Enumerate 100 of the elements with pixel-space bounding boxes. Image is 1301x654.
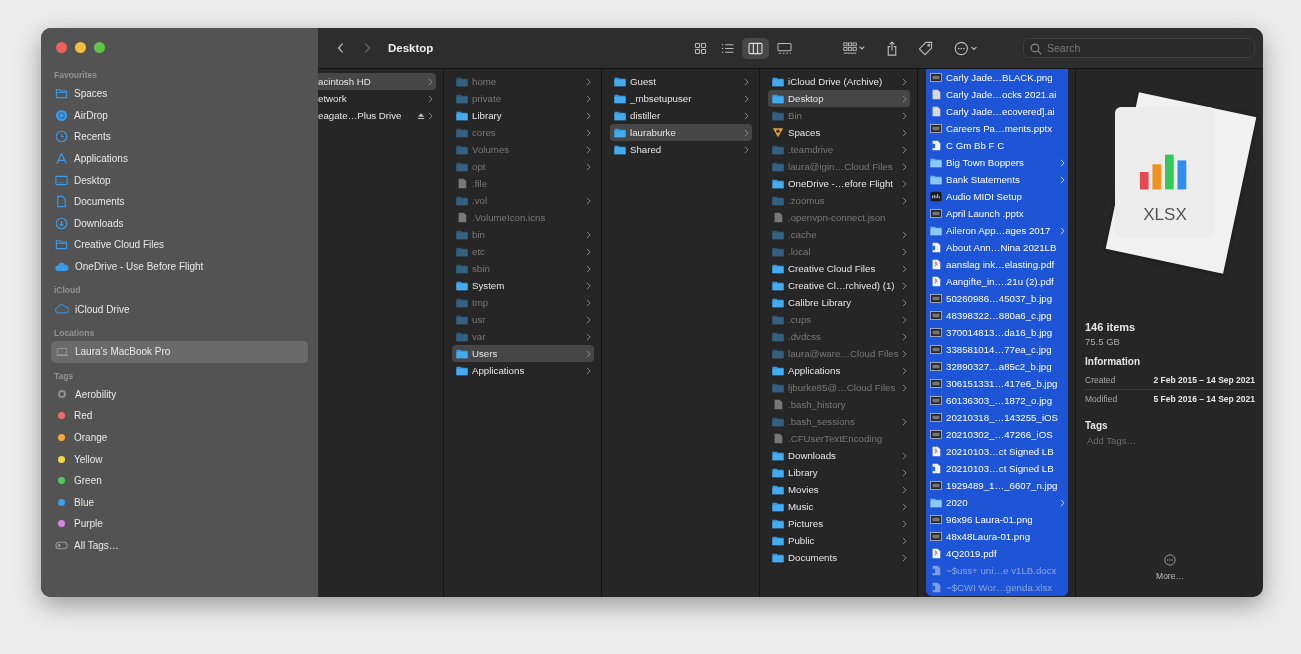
file-item[interactable]: 1929489_1…_6607_n.jpg	[926, 477, 1068, 494]
file-item[interactable]: 20210318_…143255_iOS	[926, 409, 1068, 426]
file-item[interactable]: ljburke85@…Cloud Files	[768, 379, 910, 396]
file-item[interactable]: var	[452, 328, 594, 345]
sidebar-item[interactable]: Documents	[51, 190, 308, 213]
file-item[interactable]: Documents	[768, 549, 910, 566]
file-item[interactable]: 20210103…ct Signed LB	[926, 460, 1068, 477]
file-item[interactable]: usr	[452, 311, 594, 328]
zoom-button[interactable]	[94, 42, 105, 53]
file-item[interactable]: laura@ware…Cloud Files	[768, 345, 910, 362]
file-item[interactable]: bin	[452, 226, 594, 243]
add-tags-field[interactable]: Add Tags…	[1085, 435, 1255, 446]
sidebar-item[interactable]: Recents	[51, 126, 308, 148]
file-item[interactable]: Spaces	[768, 124, 910, 141]
file-item[interactable]: distiller	[610, 107, 752, 124]
file-item[interactable]: 4Q2019.pdf	[926, 545, 1068, 562]
sidebar-item[interactable]: Orange	[51, 426, 308, 449]
file-item[interactable]: .cache	[768, 226, 910, 243]
file-item[interactable]: 60136303_…1872_o.jpg	[926, 392, 1068, 409]
file-item[interactable]: 338581014…77ea_c.jpg	[926, 341, 1068, 358]
sidebar-item[interactable]: Aerobility	[51, 383, 308, 406]
file-item[interactable]: Public	[768, 532, 910, 549]
file-item[interactable]: 2020	[926, 494, 1068, 511]
sidebar-item[interactable]: Laura’s MacBook Pro	[51, 340, 308, 363]
file-item[interactable]: 48398322…880a6_c.jpg	[926, 307, 1068, 324]
file-item[interactable]: 48x48Laura-01.png	[926, 528, 1068, 545]
file-item[interactable]: Desktop	[768, 90, 910, 107]
file-item[interactable]: .cups	[768, 311, 910, 328]
file-item[interactable]: 306151331…417e6_b.jpg	[926, 375, 1068, 392]
file-item[interactable]: tmp	[452, 294, 594, 311]
file-item[interactable]: Volumes	[452, 141, 594, 158]
file-item[interactable]: Audio MIDI Setup	[926, 188, 1068, 205]
file-item[interactable]: etwork	[318, 90, 436, 107]
file-item[interactable]: Music	[768, 498, 910, 515]
file-item[interactable]: opt	[452, 158, 594, 175]
file-item[interactable]: C Gm Bb F C	[926, 137, 1068, 154]
search-field[interactable]: Search	[1023, 38, 1255, 58]
file-item[interactable]: .teamdrive	[768, 141, 910, 158]
file-item[interactable]: Creative Cloud Files	[768, 260, 910, 277]
file-item[interactable]: cores	[452, 124, 594, 141]
file-item[interactable]: iCloud Drive (Archive)	[768, 73, 910, 90]
file-item[interactable]: .local	[768, 243, 910, 260]
sidebar-item[interactable]: All Tags…	[51, 534, 308, 557]
file-item[interactable]: 370014813…da16_b.jpg	[926, 324, 1068, 341]
file-item[interactable]: Pictures	[768, 515, 910, 532]
file-item[interactable]: .file	[452, 175, 594, 192]
file-item[interactable]: 20210302_…47266_iOS	[926, 426, 1068, 443]
file-item[interactable]: aanslag ink…elasting.pdf	[926, 256, 1068, 273]
sidebar-item[interactable]: Applications	[51, 147, 308, 170]
file-item[interactable]: Aangifte_in….21u (2).pdf	[926, 273, 1068, 290]
file-item[interactable]: 20210103…ct Signed LB	[926, 443, 1068, 460]
file-item[interactable]: private	[452, 90, 594, 107]
sidebar-item[interactable]: OneDrive - Use Before Flight	[51, 255, 308, 278]
file-item[interactable]: .openvpn-connect.json	[768, 209, 910, 226]
file-item[interactable]: Aileron App…ages 2017	[926, 222, 1068, 239]
file-item[interactable]: Careers Pa…ments.pptx	[926, 120, 1068, 137]
sidebar-item[interactable]: Desktop	[51, 169, 308, 191]
file-item[interactable]: .bash_history	[768, 396, 910, 413]
file-item[interactable]: Big Town Boppers	[926, 154, 1068, 171]
file-item[interactable]: Carly Jade…ocks 2021.ai	[926, 86, 1068, 103]
file-item[interactable]: .CFUserTextEncoding	[768, 430, 910, 447]
file-item[interactable]: acintosh HD	[318, 73, 436, 90]
file-item[interactable]: Library	[768, 464, 910, 481]
sidebar-item[interactable]: Purple	[51, 513, 308, 535]
sidebar-item[interactable]: Yellow	[51, 448, 308, 470]
minimize-button[interactable]	[75, 42, 86, 53]
file-item[interactable]: Carly Jade…ecovered].ai	[926, 103, 1068, 120]
file-item[interactable]: April Launch .pptx	[926, 205, 1068, 222]
sidebar-item[interactable]: AirDrop	[51, 104, 308, 127]
file-item[interactable]: Applications	[768, 362, 910, 379]
file-item[interactable]: .dvdcss	[768, 328, 910, 345]
file-item[interactable]: Bin	[768, 107, 910, 124]
file-item[interactable]: Downloads	[768, 447, 910, 464]
sidebar-item[interactable]: Creative Cloud Files	[51, 234, 308, 256]
file-item[interactable]: .bash_sessions	[768, 413, 910, 430]
file-item[interactable]: Shared	[610, 141, 752, 158]
sidebar-item[interactable]: Red	[51, 405, 308, 427]
file-item[interactable]: Calibre Library	[768, 294, 910, 311]
file-item[interactable]: .VolumeIcon.icns	[452, 209, 594, 226]
columns-view-button[interactable]	[742, 37, 769, 59]
file-item[interactable]: Library	[452, 107, 594, 124]
more-button[interactable]: More…	[1156, 554, 1184, 581]
file-item[interactable]: Carly Jade…BLACK.png	[926, 69, 1068, 86]
file-item[interactable]: laura@igin…Cloud Files	[768, 158, 910, 175]
file-item[interactable]: Creative Cl…rchived) (1)	[768, 277, 910, 294]
file-item[interactable]: eagate…Plus Drive	[318, 107, 436, 124]
file-item[interactable]: Movies	[768, 481, 910, 498]
file-item[interactable]: 50260986…45037_b.jpg	[926, 290, 1068, 307]
file-item[interactable]: etc	[452, 243, 594, 260]
file-item[interactable]: .vol	[452, 192, 594, 209]
file-item[interactable]: lauraburke	[610, 124, 752, 141]
sidebar-item[interactable]: Spaces	[51, 83, 308, 105]
file-item[interactable]: 96x96 Laura-01.png	[926, 511, 1068, 528]
eject-icon[interactable]	[417, 111, 425, 120]
file-item[interactable]: _mbsetupuser	[610, 90, 752, 107]
file-item[interactable]: Bank Statements	[926, 171, 1068, 188]
file-item[interactable]: OneDrive -…efore Flight	[768, 175, 910, 192]
file-item[interactable]: home	[452, 73, 594, 90]
file-item[interactable]: System	[452, 277, 594, 294]
file-item[interactable]: Users	[452, 345, 594, 362]
